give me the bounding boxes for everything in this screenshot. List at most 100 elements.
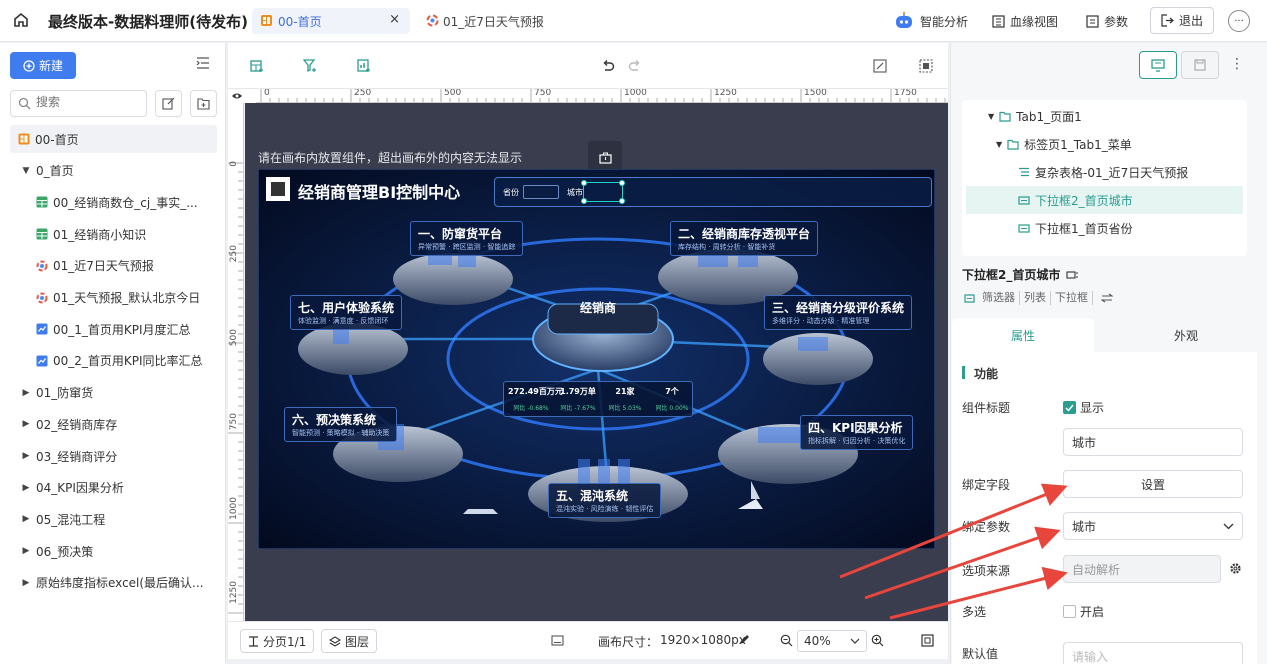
add-table-icon[interactable]	[250, 59, 264, 73]
page-button[interactable]: 分页1/1	[240, 629, 315, 653]
component-tree-item[interactable]: 下拉框2_首页城市	[966, 186, 1243, 214]
lineage-view-button[interactable]: 血缘视图	[992, 10, 1058, 32]
home-icon[interactable]	[12, 11, 30, 29]
zoom-select[interactable]: 40%	[797, 630, 867, 652]
tree-item[interactable]: ▶ 05_混沌工程	[0, 505, 226, 533]
tree-item-label: 06_预决策	[36, 544, 94, 559]
swap-icon[interactable]	[1093, 293, 1117, 303]
add-chart-icon[interactable]	[357, 59, 371, 73]
align-icon[interactable]	[873, 59, 887, 73]
exit-button[interactable]: 退出	[1150, 7, 1214, 34]
zoom-in-icon[interactable]	[871, 634, 884, 647]
grid-icon[interactable]	[919, 59, 933, 73]
tree-item[interactable]: ▼ 0_首页	[0, 157, 226, 185]
ruler-tick-label: 1500	[804, 89, 827, 98]
new-folder-button[interactable]	[190, 90, 217, 117]
layers-icon	[329, 635, 341, 647]
caret-right-icon[interactable]: ▶	[20, 483, 32, 493]
tree-item[interactable]: 01_近7日天气预报	[0, 252, 226, 280]
tab-properties[interactable]: 属性	[952, 318, 1094, 352]
save-mode-button[interactable]	[1181, 51, 1219, 79]
show-title-checkbox[interactable]: 显示	[1063, 399, 1104, 416]
eye-icon[interactable]	[231, 91, 243, 101]
lineage-label: 血缘视图	[1010, 14, 1059, 29]
app-title: 最终版本-数据料理师(待发布)	[48, 13, 248, 31]
component-tree-item[interactable]: ▼ Tab1_页面1	[988, 102, 1082, 130]
ruler-tick-label: 1000	[624, 89, 647, 98]
search-box[interactable]	[10, 90, 147, 117]
ai-analysis-button[interactable]: 智能分析	[893, 10, 968, 32]
dashboard-image[interactable]: 经销商管理BI控制中心 省份 城市 一、防窜货平台 异常预警 · 跨区监测 · 智…	[258, 169, 935, 549]
edit-folder-button[interactable]	[155, 90, 182, 117]
layers-label: 图层	[345, 634, 370, 649]
dashboard-module[interactable]: 一、防窜货平台 异常预警 · 跨区监测 · 智能追踪	[410, 221, 524, 256]
dashboard-module[interactable]: 四、KPI因果分析 指标拆解 · 归因分析 · 决策优化	[800, 415, 914, 450]
fit-screen-icon[interactable]	[921, 634, 934, 647]
tree-item[interactable]: 00_2_首页用KPI同比率汇总	[0, 347, 226, 375]
dashboard-module[interactable]: 七、用户体验系统 体验监测 · 满意度 · 反馈闭环	[290, 295, 403, 330]
tree-item[interactable]: ▶ 03_经销商评分	[0, 442, 226, 470]
tree-item[interactable]: ▶ 04_KPI因果分析	[0, 474, 226, 502]
zoom-out-icon[interactable]	[780, 634, 793, 647]
search-input[interactable]	[36, 95, 136, 109]
kebab-menu-icon[interactable]: ⋮	[1230, 57, 1244, 71]
tree-item[interactable]: 00_经销商数仓_cj_事实_...	[0, 188, 226, 216]
rename-icon[interactable]	[1066, 270, 1079, 280]
default-input[interactable]: 请输入	[1063, 642, 1243, 664]
keyboard-icon[interactable]	[551, 635, 564, 646]
component-tree-item[interactable]: 下拉框1_首页省份	[1018, 214, 1133, 242]
params-button[interactable]: 参数	[1086, 10, 1128, 32]
dashboard-filter-bar: 省份 城市	[494, 177, 932, 207]
add-filter-icon[interactable]	[303, 59, 317, 73]
caret-down-icon[interactable]: ▼	[996, 140, 1002, 149]
tree-item[interactable]: ▶ 原始纬度指标excel(最后确认...	[0, 569, 226, 597]
module-subtitle: 异常预警 · 跨区监测 · 智能追踪	[418, 243, 516, 251]
tree-item[interactable]: ▶ 06_预决策	[0, 537, 226, 565]
dashboard-module[interactable]: 二、经销商库存透视平台 库存结构 · 周转分析 · 智能补货	[670, 221, 819, 256]
caret-right-icon[interactable]: ▶	[20, 388, 32, 398]
close-icon[interactable]: ×	[389, 12, 400, 27]
title-input[interactable]: 城市	[1063, 428, 1243, 456]
undo-icon[interactable]	[601, 59, 615, 73]
tab-appearance[interactable]: 外观	[1116, 318, 1256, 352]
city-filter-label: 城市	[567, 188, 583, 197]
dashboard-module[interactable]: 五、混沌系统 混沌实验 · 风险演练 · 韧性评估	[548, 483, 662, 518]
province-filter[interactable]	[523, 185, 559, 199]
collapse-icon[interactable]	[196, 57, 210, 69]
caret-down-icon[interactable]: ▼	[20, 166, 32, 176]
source-input[interactable]: 自动解析	[1063, 555, 1221, 583]
city-filter-selected[interactable]	[581, 180, 625, 204]
redo-icon[interactable]	[628, 59, 642, 73]
tree-item[interactable]: 01_经销商小知识	[0, 220, 226, 248]
component-tree-item[interactable]: 复杂表格-01_近7日天气预报	[1018, 158, 1188, 186]
tree-item[interactable]: ▶ 02_经销商库存	[0, 410, 226, 438]
tree-item[interactable]: ▶ 01_防窜货	[0, 379, 226, 407]
component-tree-item[interactable]: ▼ 标签页1_Tab1_菜单	[996, 130, 1132, 158]
dashboard-module[interactable]: 六、预决策系统 智能预测 · 策略模拟 · 辅助决策	[284, 407, 398, 442]
dashboard-module[interactable]: 三、经销商分级评价系统 多维评分 · 动态分级 · 精准管理	[764, 295, 913, 330]
bind-param-select[interactable]: 城市	[1063, 512, 1243, 540]
table-icon	[36, 196, 48, 208]
multi-checkbox[interactable]: 开启	[1063, 603, 1104, 620]
caret-right-icon[interactable]: ▶	[20, 578, 32, 588]
layers-button[interactable]: 图层	[321, 629, 378, 653]
ruler-corner	[228, 89, 256, 103]
settings-gear-icon[interactable]	[1229, 562, 1242, 575]
caret-right-icon[interactable]: ▶	[20, 419, 32, 429]
new-button[interactable]: 新建	[10, 52, 76, 79]
screen-mode-button[interactable]	[1139, 51, 1177, 79]
caret-right-icon[interactable]: ▶	[20, 514, 32, 524]
tree-item[interactable]: 00_1_首页用KPI月度汇总	[0, 315, 226, 343]
ruler-tick-label: 1250	[714, 89, 737, 98]
caret-right-icon[interactable]: ▶	[20, 451, 32, 461]
caret-down-icon[interactable]: ▼	[988, 112, 994, 121]
tree-item-label: 00_1_首页用KPI月度汇总	[53, 322, 191, 337]
bind-field-button[interactable]: 设置	[1063, 470, 1243, 498]
edit-size-icon[interactable]	[738, 634, 750, 646]
more-icon[interactable]: ···	[1228, 10, 1250, 32]
tree-item[interactable]: 01_天气预报_默认北京今日	[0, 284, 226, 312]
tree-item[interactable]: 00-首页	[10, 125, 217, 153]
caret-right-icon[interactable]: ▶	[20, 546, 32, 556]
canvas[interactable]: 请在画布内放置组件，超出画布外的内容无法显示 经销商管理BI控制中心 省份 城市…	[245, 103, 948, 621]
tab-home[interactable]: 00-首页 ×	[252, 8, 410, 34]
